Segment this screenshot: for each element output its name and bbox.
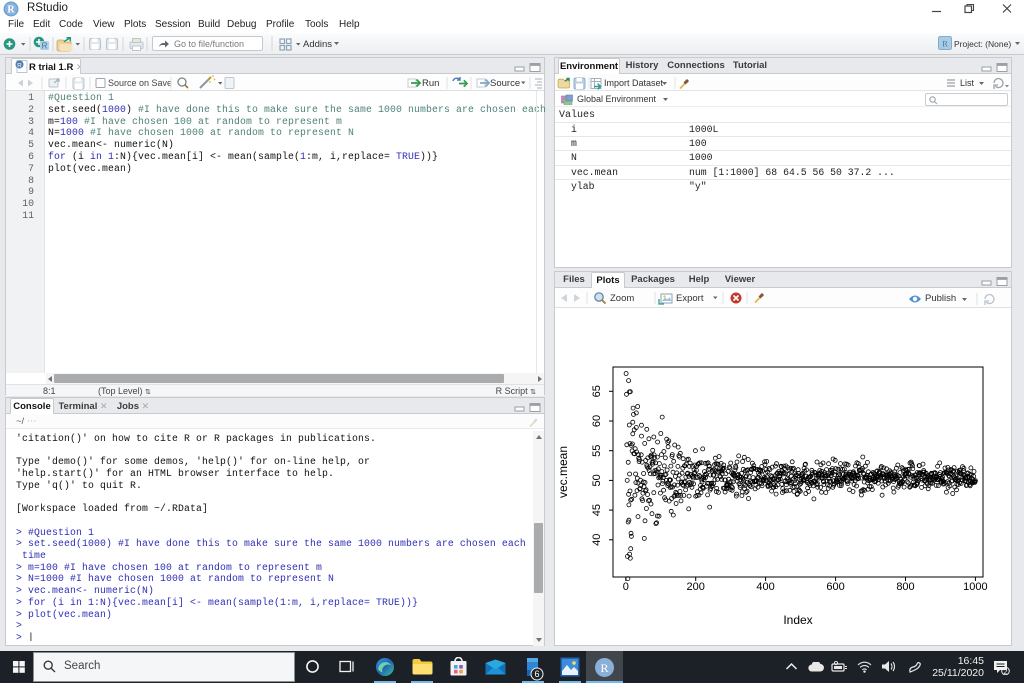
svg-text:R: R (600, 661, 608, 675)
svg-text:2: 2 (1003, 667, 1007, 675)
svg-text:60: 60 (591, 415, 603, 427)
svg-text:Index: Index (783, 613, 812, 627)
svg-text:R: R (942, 39, 948, 48)
svg-text:55: 55 (591, 445, 603, 457)
svg-text:R: R (17, 62, 22, 69)
svg-text:600: 600 (826, 581, 844, 593)
svg-text:200: 200 (687, 581, 705, 593)
svg-text:R: R (42, 42, 48, 51)
svg-text:65: 65 (591, 385, 603, 397)
svg-text:6: 6 (534, 669, 539, 679)
svg-text:1000: 1000 (963, 581, 987, 593)
svg-text:50: 50 (591, 474, 603, 486)
svg-text:R: R (7, 5, 15, 16)
svg-text:0: 0 (623, 581, 629, 593)
svg-text:400: 400 (756, 581, 774, 593)
svg-text:40: 40 (591, 534, 603, 546)
svg-text:vec.mean: vec.mean (556, 446, 570, 498)
svg-text:800: 800 (896, 581, 914, 593)
svg-text:45: 45 (591, 504, 603, 516)
